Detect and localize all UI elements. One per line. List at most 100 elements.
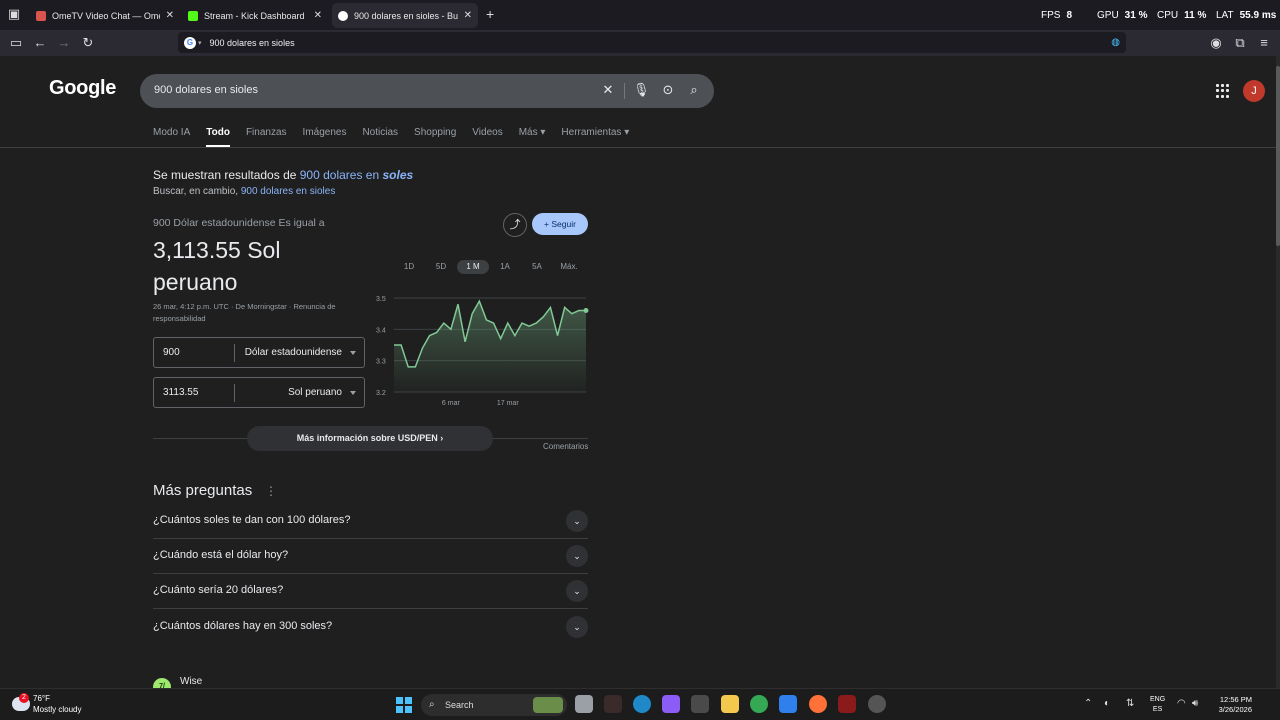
google-logo[interactable]: Google <box>49 77 116 100</box>
exchange-rate-chart[interactable]: 3.5 3.4 3.3 3.2 6 mar 17 mar <box>370 288 592 410</box>
search-input[interactable]: 900 dolares en sioles ✕ 🎙 ⊙ ⌕ <box>140 74 714 108</box>
chevron-down-icon[interactable]: ⌄ <box>566 580 588 602</box>
copilot-icon[interactable] <box>662 695 680 713</box>
account-icon[interactable]: ◉ <box>1207 34 1225 52</box>
range-1m[interactable]: 1 M <box>457 260 489 274</box>
language-indicator[interactable]: ENG ES <box>1150 695 1165 715</box>
question-item[interactable]: ¿Cuántos soles te dan con 100 dólares? ⌄ <box>153 504 588 539</box>
range-5d[interactable]: 5D <box>425 260 457 274</box>
tab-kick[interactable]: Stream - Kick Dashboard ✕ <box>182 3 328 28</box>
tab-herramientas[interactable]: Herramientas ▾ <box>561 127 629 147</box>
from-amount-input[interactable]: 900 <box>163 347 180 358</box>
chevron-up-icon[interactable]: ⌃ <box>1084 698 1092 709</box>
range-1d[interactable]: 1D <box>393 260 425 274</box>
avatar[interactable]: J <box>1243 80 1265 102</box>
tab-modo-ia[interactable]: Modo IA <box>153 127 190 147</box>
corrected-query-link[interactable]: 900 dolares en soles <box>300 168 413 182</box>
x-tick-label: 6 mar <box>442 400 461 407</box>
chevron-down-icon[interactable]: ⌄ <box>566 545 588 567</box>
browser-tab-bar: ▣ OmeTV Video Chat — Omegle ✕ Stream - K… <box>0 0 1280 30</box>
wise-logo[interactable]: 7/ <box>153 678 171 688</box>
reload-icon[interactable]: ↻ <box>79 34 97 52</box>
range-1a[interactable]: 1A <box>489 260 521 274</box>
taskbar-search[interactable]: ⌕ Search <box>421 694 567 716</box>
tab-finanzas[interactable]: Finanzas <box>246 127 287 147</box>
firefox-icon[interactable] <box>809 695 827 713</box>
edge-icon[interactable] <box>633 695 651 713</box>
tab-shopping[interactable]: Shopping <box>414 127 456 147</box>
volume-icon[interactable]: 🔊︎ <box>1192 698 1198 709</box>
more-info-button[interactable]: Más información sobre USD/PEN › <box>247 426 493 451</box>
range-max[interactable]: Máx. <box>553 260 585 274</box>
range-5a[interactable]: 5A <box>521 260 553 274</box>
extensions-icon[interactable]: ⧉ <box>1231 34 1249 52</box>
share-icon[interactable]: ⤴ <box>503 213 527 237</box>
search-icon[interactable]: ⌕ <box>686 82 702 98</box>
tab-noticias[interactable]: Noticias <box>362 127 398 147</box>
weather-condition[interactable]: Mostly cloudy <box>33 705 81 714</box>
to-currency-select[interactable]: Sol peruano <box>288 387 342 398</box>
more-options-icon[interactable]: ⋮ <box>265 484 277 498</box>
search-nav-tabs: Modo IA Todo Finanzas Imágenes Noticias … <box>153 127 645 147</box>
system-clock[interactable]: 12:56 PM 3/26/2026 <box>1212 695 1252 715</box>
question-item[interactable]: ¿Cuánto sería 20 dólares? ⌄ <box>153 574 588 609</box>
close-tab-icon[interactable]: ✕ <box>166 10 174 21</box>
from-currency-select[interactable]: Dólar estadounidense <box>245 347 342 358</box>
task-view-icon[interactable] <box>575 695 593 713</box>
tab-todo[interactable]: Todo <box>206 127 230 147</box>
store-icon[interactable] <box>691 695 709 713</box>
close-tab-icon[interactable]: ✕ <box>464 10 472 21</box>
tab-ometv[interactable]: OmeTV Video Chat — Omegle ✕ <box>30 3 180 28</box>
y-tick-label: 3.3 <box>376 359 386 366</box>
sidebar-toggle-icon[interactable]: ▭ <box>7 34 25 52</box>
feedback-link[interactable]: Comentarios <box>543 442 588 451</box>
tab-videos[interactable]: Videos <box>472 127 502 147</box>
result-site-name[interactable]: Wise <box>180 676 202 687</box>
conversion-label: 900 Dólar estadounidense Es igual a <box>153 217 325 229</box>
menu-icon[interactable]: ≡ <box>1255 34 1273 52</box>
steam-icon[interactable] <box>868 695 886 713</box>
microphone-icon[interactable]: 🎙 <box>633 82 650 98</box>
original-query-link[interactable]: 900 dolares en sioles <box>241 186 336 197</box>
close-tab-icon[interactable]: ✕ <box>314 10 322 21</box>
tab-list-icon[interactable]: ▣ <box>5 5 23 23</box>
chevron-down-icon[interactable]: ⌄ <box>566 616 588 638</box>
app-icon[interactable] <box>604 695 622 713</box>
taskbar-search-label: Search <box>445 700 474 710</box>
tab-mas[interactable]: Más ▾ <box>519 127 546 147</box>
to-amount-input[interactable]: 3113.55 <box>163 387 198 398</box>
dropdown-arrow-icon[interactable] <box>350 351 356 355</box>
question-item[interactable]: ¿Cuándo está el dólar hoy? ⌄ <box>153 539 588 574</box>
dropdown-arrow-icon[interactable] <box>350 391 356 395</box>
spelling-correction: Se muestran resultados de 900 dolares en… <box>153 168 414 182</box>
tray-app-icon[interactable]: ⇅ <box>1126 698 1134 709</box>
follow-button[interactable]: + Seguir <box>532 213 588 235</box>
new-tab-button[interactable]: + <box>486 6 494 22</box>
question-text: ¿Cuántos soles te dan con 100 dólares? <box>153 514 351 526</box>
chevron-down-icon[interactable]: ⌄ <box>566 510 588 532</box>
address-bar[interactable]: G ▾ 900 dolares en sioles ◍ <box>178 32 1126 53</box>
lens-icon[interactable]: ⊙ <box>660 82 676 98</box>
question-item[interactable]: ¿Cuántos dólares hay en 300 soles? ⌄ <box>153 610 588 645</box>
forward-icon[interactable]: → <box>55 34 73 52</box>
globe-icon[interactable]: ◍ <box>1111 37 1120 48</box>
clear-icon[interactable]: ✕ <box>600 82 616 98</box>
tab-imagenes[interactable]: Imágenes <box>303 127 347 147</box>
app-icon[interactable] <box>838 695 856 713</box>
back-icon[interactable]: ← <box>31 34 49 52</box>
search-query: 900 dolares en sioles <box>154 84 258 96</box>
tab-title: 900 dolares en sioles - Buscar con Googl… <box>354 10 458 21</box>
start-icon[interactable] <box>396 697 412 713</box>
people-also-ask-title: Más preguntas <box>153 482 253 499</box>
file-explorer-icon[interactable] <box>721 695 739 713</box>
app-icon[interactable] <box>779 695 797 713</box>
chrome-icon[interactable] <box>750 695 768 713</box>
tray-app-icon[interactable]: ◐ <box>1104 698 1110 709</box>
gpu-readout: GPU 31 % <box>1097 10 1148 21</box>
weather-temperature[interactable]: 76°F <box>33 694 50 703</box>
apps-grid-icon[interactable] <box>1216 84 1230 98</box>
last-point-marker <box>583 308 589 314</box>
tab-google-search[interactable]: 900 dolares en sioles - Buscar con Googl… <box>332 3 478 28</box>
scrollbar-thumb[interactable] <box>1276 66 1280 246</box>
wifi-icon[interactable]: ◠ <box>1177 698 1186 709</box>
